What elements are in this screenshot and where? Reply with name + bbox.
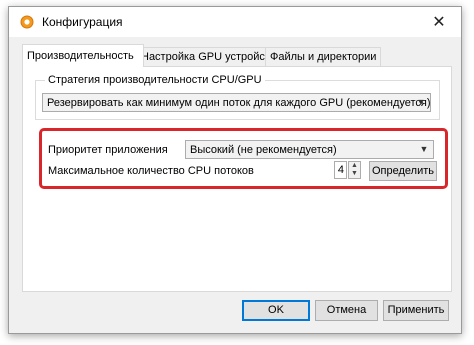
gear-icon xyxy=(20,15,34,29)
stepper-up-icon[interactable]: ▲ xyxy=(349,162,360,170)
priority-label: Приоритет приложения xyxy=(48,144,168,156)
tab-performance[interactable]: Производительность xyxy=(22,44,144,67)
cancel-button[interactable]: Отмена xyxy=(315,300,378,321)
stepper-down-icon[interactable]: ▼ xyxy=(349,170,360,178)
strategy-group: Стратегия производительности CPU/GPU Рез… xyxy=(35,74,440,120)
title-bar[interactable]: Конфигурация ✕ xyxy=(9,7,461,37)
strategy-group-label: Стратегия производительности CPU/GPU xyxy=(45,74,265,86)
chevron-down-icon: ▼ xyxy=(419,144,429,154)
cpu-threads-input[interactable]: 4 xyxy=(334,161,347,179)
priority-select-value: Высокий (не рекомендуется) xyxy=(190,144,337,156)
chevron-down-icon: ▼ xyxy=(416,97,426,107)
ok-button[interactable]: OK xyxy=(242,300,310,321)
cpu-threads-label: Максимальное количество CPU потоков xyxy=(48,165,254,177)
cpu-threads-value: 4 xyxy=(337,164,344,176)
strategy-select[interactable]: Резервировать как минимум один поток для… xyxy=(42,93,431,112)
tab-files-directories[interactable]: Файлы и директории xyxy=(265,47,381,66)
strategy-select-value: Резервировать как минимум один поток для… xyxy=(47,97,431,109)
detect-button[interactable]: Определить xyxy=(369,161,437,181)
apply-button[interactable]: Применить xyxy=(383,300,449,321)
config-dialog: Конфигурация ✕ Производительность Настро… xyxy=(8,6,462,334)
cpu-threads-stepper[interactable]: ▲ ▼ xyxy=(348,161,361,179)
tab-label: Производительность xyxy=(27,50,134,62)
tab-label: Настройка GPU устройств xyxy=(141,51,276,63)
tab-gpu-settings[interactable]: Настройка GPU устройств xyxy=(136,47,276,66)
close-icon[interactable]: ✕ xyxy=(431,14,447,30)
tab-page-performance: Стратегия производительности CPU/GPU Рез… xyxy=(22,66,452,292)
priority-select[interactable]: Высокий (не рекомендуется) ▼ xyxy=(185,140,434,159)
window-title: Конфигурация xyxy=(42,15,123,29)
tab-label: Файлы и директории xyxy=(270,51,377,63)
